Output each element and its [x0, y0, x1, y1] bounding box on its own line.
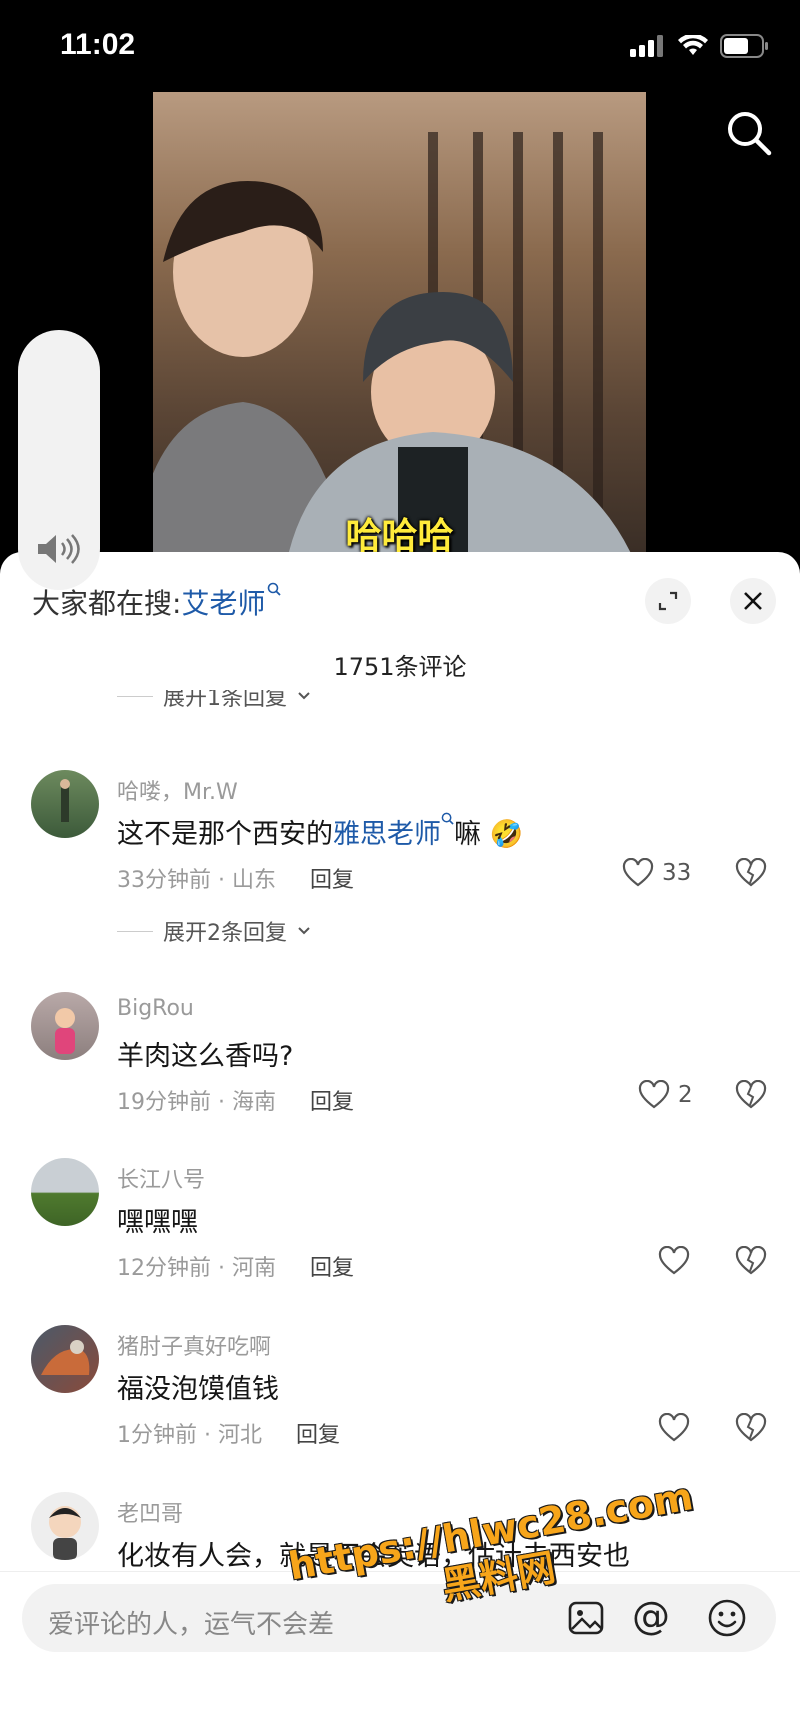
expand-replies-label: 展开2条回复 — [163, 921, 287, 946]
emoji-icon[interactable] — [707, 1598, 747, 1638]
chevron-down-icon — [298, 927, 310, 935]
status-time: 11:02 — [60, 28, 136, 61]
avatar[interactable] — [31, 992, 99, 1060]
search-icon — [441, 812, 454, 825]
volume-icon — [38, 534, 80, 564]
status-icons — [630, 34, 770, 58]
broken-heart-icon[interactable] — [735, 1246, 767, 1276]
wifi-icon — [678, 35, 708, 55]
video-caption: 哈哈哈 — [345, 516, 454, 552]
reply-button[interactable]: 回复 — [310, 862, 354, 894]
broken-heart-icon[interactable] — [735, 1080, 767, 1110]
like-button[interactable] — [658, 1413, 690, 1443]
chevron-down-icon — [298, 692, 310, 700]
close-icon — [744, 592, 762, 610]
comment-time-location: 1分钟前 · 河北 — [117, 1423, 262, 1448]
hot-search-prefix: 大家都在搜: — [32, 587, 182, 620]
comment-username[interactable]: 猪肘子真好吃啊 — [117, 1329, 271, 1361]
comment-text: 这不是那个西安的雅思老师嘛 🤣 — [117, 812, 523, 851]
like-count: 2 — [678, 1082, 693, 1108]
avatar[interactable] — [31, 1492, 99, 1560]
comment-text: 福没泡馍值钱 — [117, 1374, 279, 1405]
comment-input-placeholder: 爱评论的人，运气不会差 — [48, 1610, 335, 1640]
search-icon[interactable] — [726, 110, 772, 156]
like-button[interactable]: 33 — [622, 858, 691, 888]
comment-text-post: 嘛 🤣 — [454, 819, 524, 850]
reply-button[interactable]: 回复 — [310, 1084, 354, 1116]
comment-username[interactable]: 哈喽，Mr.W — [117, 774, 238, 806]
heart-icon — [622, 858, 654, 887]
comment-meta: 12分钟前 · 河南 回复 — [117, 1250, 354, 1282]
at-icon[interactable]: @ — [632, 1594, 670, 1638]
expand-replies-label: 展开1条回复 — [163, 690, 287, 711]
status-bar: 11:02 — [0, 0, 800, 92]
heart-icon — [638, 1080, 670, 1109]
comment-username[interactable]: BigRou — [117, 996, 194, 1021]
avatar[interactable] — [31, 1325, 99, 1393]
broken-heart-icon[interactable] — [735, 1413, 767, 1443]
comment-username[interactable]: 长江八号 — [117, 1162, 205, 1194]
volume-slider[interactable] — [18, 330, 100, 590]
comment-text: 羊肉这么香吗? — [117, 1041, 294, 1072]
reply-button[interactable]: 回复 — [310, 1250, 354, 1282]
avatar[interactable] — [31, 1158, 99, 1226]
image-icon[interactable] — [567, 1600, 605, 1636]
comment-text: 嘿嘿嘿 — [117, 1207, 198, 1238]
avatar[interactable] — [31, 770, 99, 838]
comment-time-location: 33分钟前 · 山东 — [117, 868, 276, 893]
comment-time-location: 19分钟前 · 海南 — [117, 1090, 276, 1115]
comment-meta: 33分钟前 · 山东 回复 — [117, 862, 354, 894]
broken-heart-icon[interactable] — [735, 858, 767, 888]
like-button[interactable] — [658, 1246, 690, 1276]
comment-text-pre: 这不是那个西安的 — [117, 819, 333, 850]
search-icon — [268, 582, 282, 596]
expand-icon — [658, 591, 678, 611]
comment-meta: 1分钟前 · 河北 回复 — [117, 1417, 340, 1449]
expand-replies[interactable]: 展开2条回复 — [117, 915, 311, 947]
battery-icon — [720, 34, 768, 58]
comment-username[interactable]: 老凹哥 — [117, 1496, 183, 1528]
comment-time-location: 12分钟前 · 河南 — [117, 1256, 276, 1281]
comment-search-link[interactable]: 雅思老师 — [333, 819, 441, 850]
video-player[interactable]: 哈哈哈 — [153, 92, 646, 552]
like-button[interactable]: 2 — [638, 1080, 693, 1110]
signal-icon — [630, 35, 663, 57]
heart-icon — [658, 1246, 690, 1275]
comment-list: 展开1条回复 哈喽，Mr.W 这不是那个西安的雅思老师嘛 🤣 33分钟前 · 山… — [0, 690, 800, 1123]
close-button[interactable] — [730, 578, 776, 624]
expand-replies-partial[interactable]: 展开1条回复 — [117, 690, 311, 712]
heart-icon — [658, 1413, 690, 1442]
expand-button[interactable] — [645, 578, 691, 624]
comment-meta: 19分钟前 · 海南 回复 — [117, 1084, 354, 1116]
hot-search-term[interactable]: 艾老师 — [181, 587, 265, 620]
reply-button[interactable]: 回复 — [296, 1417, 340, 1449]
like-count: 33 — [662, 860, 692, 886]
comment-count: 1751条评论 — [333, 653, 467, 681]
